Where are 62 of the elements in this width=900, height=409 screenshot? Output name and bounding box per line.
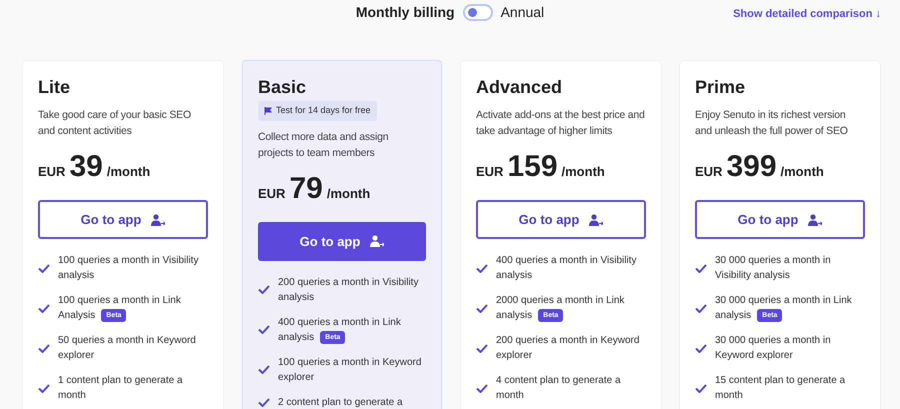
go-to-app-button[interactable]: Go to app — [258, 222, 426, 261]
feature-text: 1 content plan to generate a month — [58, 374, 184, 403]
check-icon — [695, 304, 707, 312]
plan-description: Enjoy Senuto in its richest version and unleash the full power of SEO — [695, 108, 849, 139]
feature-text: 400 queries a month in Visibility analysis — [496, 254, 638, 283]
currency: EUR — [695, 163, 722, 181]
plan-name: Advanced — [476, 76, 564, 98]
check-icon — [476, 264, 488, 272]
flag-icon — [264, 106, 272, 115]
plan-name: Prime — [695, 76, 746, 98]
check-icon — [695, 384, 707, 392]
plan-description: Take good care of your basic SEO and content activities — [38, 108, 192, 139]
billing-toggle[interactable] — [462, 4, 493, 20]
currency: EUR — [258, 184, 286, 203]
add-user-icon — [808, 214, 822, 226]
add-user-icon — [370, 235, 384, 248]
check-icon — [695, 344, 707, 352]
feature-text: 30 000 queries a month in Visibility analysis — [715, 254, 832, 283]
price-amount: 79 — [289, 174, 323, 204]
price-amount: 159 — [507, 152, 558, 182]
add-user-icon — [151, 214, 166, 226]
add-user-icon — [589, 214, 604, 226]
check-icon — [258, 365, 270, 374]
price-period: /month — [562, 163, 605, 181]
feature-text: 2 content plan to generate a — [278, 396, 403, 409]
feature-text: 4 content plan to generate a month — [496, 374, 622, 403]
check-icon — [476, 304, 488, 312]
price-amount: 39 — [69, 152, 103, 182]
feature-text: 30 000 queries a month in Keyword explorer — [715, 334, 832, 363]
billing-label: Annual — [500, 2, 544, 22]
check-icon — [38, 384, 50, 392]
plan-description: Collect more data and assign projects to team members — [258, 130, 390, 161]
check-icon — [258, 325, 270, 334]
currency: EUR — [38, 163, 66, 181]
feature-text: 50 queries a month in Keyword explorer — [58, 334, 197, 363]
price-period: /month — [780, 163, 824, 181]
price-amount: 399 — [726, 152, 777, 182]
check-icon — [695, 264, 707, 272]
billing-label: Monthly billing — [356, 2, 455, 22]
feature-text: 100 queries a month in Visibility analysis — [58, 254, 200, 283]
check-icon — [38, 264, 50, 272]
check-icon — [258, 285, 270, 294]
check-icon — [38, 344, 50, 352]
plan-description: Activate add-ons at the best price and take advantage of higher limits — [476, 108, 646, 139]
go-to-app-button[interactable]: Go to app — [476, 200, 646, 239]
feature-text: 100 queries a month in Keyword explorer — [278, 356, 422, 385]
feature-text: 200 queries a month in Keyword explorer — [496, 334, 640, 363]
feature-text: 15 content plan to generate a month — [715, 374, 846, 403]
plan-name: Basic — [258, 76, 308, 98]
check-icon — [38, 304, 50, 312]
check-icon — [476, 344, 488, 352]
plan-name: Lite — [38, 76, 72, 98]
comparison-link[interactable]: Show detailed comparison ↓ — [733, 6, 881, 22]
trial-badge: Test for 14 days for free — [258, 101, 377, 120]
check-icon — [476, 384, 488, 392]
price-period: /month — [106, 163, 150, 181]
currency: EUR — [476, 163, 504, 181]
feature-text: 200 queries a month in Visibility analysis — [278, 276, 420, 305]
check-icon — [258, 398, 270, 407]
go-to-app-button[interactable]: Go to app — [38, 200, 208, 239]
price-period: /month — [326, 184, 370, 203]
go-to-app-button[interactable]: Go to app — [695, 200, 865, 239]
